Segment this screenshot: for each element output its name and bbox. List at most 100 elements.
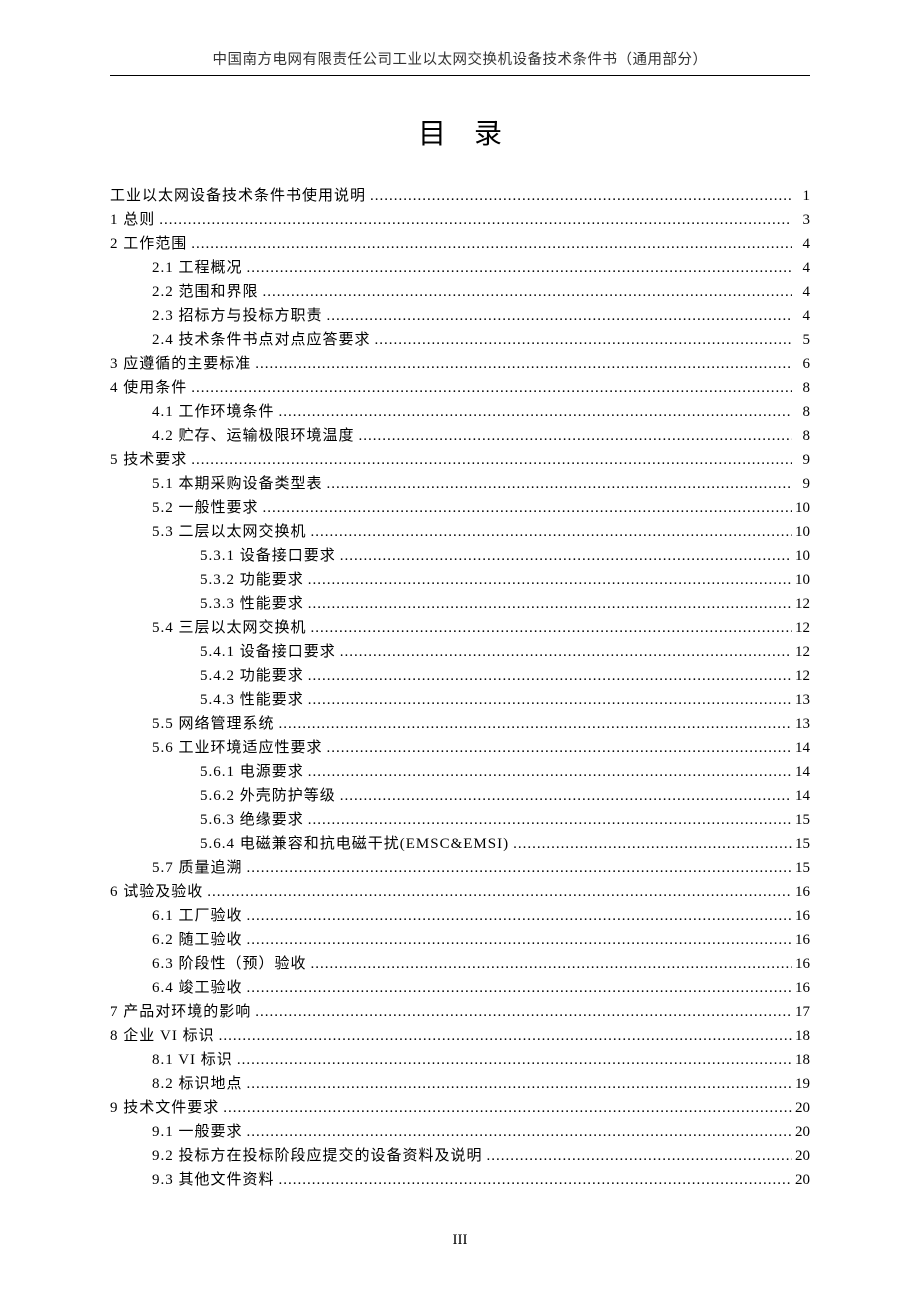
toc-entry[interactable]: 5.7 质量追溯15	[110, 856, 810, 880]
toc-entry[interactable]: 5.4.2 功能要求12	[110, 664, 810, 688]
toc-entry[interactable]: 5.4.3 性能要求 13	[110, 688, 810, 712]
toc-leader	[509, 832, 792, 856]
toc-label: 2.3 招标方与投标方职责	[152, 304, 323, 328]
toc-leader	[307, 952, 792, 976]
toc-entry[interactable]: 2.3 招标方与投标方职责4	[110, 304, 810, 328]
toc-entry[interactable]: 5 技术要求9	[110, 448, 810, 472]
toc-entry[interactable]: 8.1 VI 标识18	[110, 1048, 810, 1072]
toc-label: 5.7 质量追溯	[152, 856, 243, 880]
toc-page-number: 10	[792, 568, 810, 592]
toc-entry[interactable]: 4 使用条件 8	[110, 376, 810, 400]
toc-label: 2.4 技术条件书点对点应答要求	[152, 328, 371, 352]
toc-label: 3 应遵循的主要标准	[110, 352, 251, 376]
toc-label: 9.2 投标方在投标阶段应提交的设备资料及说明	[152, 1144, 483, 1168]
toc-entry[interactable]: 5.1 本期采购设备类型表 9	[110, 472, 810, 496]
toc-leader	[307, 520, 792, 544]
toc-page-number: 10	[792, 496, 810, 520]
toc-entry[interactable]: 9.1 一般要求20	[110, 1120, 810, 1144]
toc-entry[interactable]: 7 产品对环境的影响 17	[110, 1000, 810, 1024]
toc-entry[interactable]: 5.4 三层以太网交换机12	[110, 616, 810, 640]
toc-leader	[304, 568, 792, 592]
toc-entry[interactable]: 6.3 阶段性（预）验收16	[110, 952, 810, 976]
toc-page-number: 8	[792, 376, 810, 400]
toc-entry[interactable]: 6.2 随工验收16	[110, 928, 810, 952]
toc-leader	[304, 664, 792, 688]
toc-leader	[304, 808, 792, 832]
toc-label: 5.6.1 电源要求	[200, 760, 304, 784]
toc-leader	[336, 544, 792, 568]
toc-entry[interactable]: 4.2 贮存、运输极限环境温度8	[110, 424, 810, 448]
toc-page-number: 16	[792, 976, 810, 1000]
toc-label: 5.4.3 性能要求	[200, 688, 304, 712]
toc-page-number: 12	[792, 664, 810, 688]
toc-entry[interactable]: 9.3 其他文件资料20	[110, 1168, 810, 1192]
toc-label: 2.1 工程概况	[152, 256, 243, 280]
toc-entry[interactable]: 工业以太网设备技术条件书使用说明1	[110, 184, 810, 208]
toc-leader	[336, 640, 792, 664]
toc-entry[interactable]: 6 试验及验收16	[110, 880, 810, 904]
toc-page-number: 10	[792, 544, 810, 568]
toc-page-number: 13	[792, 688, 810, 712]
toc-entry[interactable]: 5.3.1 设备接口要求 10	[110, 544, 810, 568]
toc-leader	[323, 472, 792, 496]
toc-label: 4 使用条件	[110, 376, 187, 400]
toc-page-number: 15	[792, 808, 810, 832]
toc-page-number: 1	[792, 184, 810, 208]
toc-entry[interactable]: 8 企业 VI 标识18	[110, 1024, 810, 1048]
toc-label: 6.3 阶段性（预）验收	[152, 952, 307, 976]
toc-leader	[155, 208, 792, 232]
toc-entry[interactable]: 5.6 工业环境适应性要求14	[110, 736, 810, 760]
toc-leader	[307, 616, 792, 640]
toc-entry[interactable]: 2.1 工程概况4	[110, 256, 810, 280]
toc-label: 2.2 范围和界限	[152, 280, 259, 304]
toc-leader	[483, 1144, 792, 1168]
toc-page-number: 8	[792, 400, 810, 424]
toc-entry[interactable]: 5.5 网络管理系统13	[110, 712, 810, 736]
toc-entry[interactable]: 5.3 二层以太网交换机10	[110, 520, 810, 544]
page-container: 中国南方电网有限责任公司工业以太网交换机设备技术条件书（通用部分） 目录 工业以…	[0, 0, 920, 1289]
toc-label: 5.3.3 性能要求	[200, 592, 304, 616]
toc-page-number: 5	[792, 328, 810, 352]
toc-entry[interactable]: 5.3.2 功能要求 10	[110, 568, 810, 592]
toc-entry[interactable]: 6.1 工厂验收16	[110, 904, 810, 928]
toc-label: 5.2 一般性要求	[152, 496, 259, 520]
toc-entry[interactable]: 2.4 技术条件书点对点应答要求 5	[110, 328, 810, 352]
toc-entry[interactable]: 2 工作范围4	[110, 232, 810, 256]
toc-page-number: 9	[792, 472, 810, 496]
toc-page-number: 4	[792, 280, 810, 304]
toc-page-number: 17	[792, 1000, 810, 1024]
toc-entry[interactable]: 8.2 标识地点19	[110, 1072, 810, 1096]
toc-leader	[304, 760, 792, 784]
toc-page-number: 14	[792, 760, 810, 784]
toc-leader	[323, 736, 792, 760]
toc-label: 5.6.2 外壳防护等级	[200, 784, 336, 808]
toc-leader	[323, 304, 792, 328]
toc-label: 5.1 本期采购设备类型表	[152, 472, 323, 496]
toc-entry[interactable]: 9 技术文件要求20	[110, 1096, 810, 1120]
toc-label: 5.3.1 设备接口要求	[200, 544, 336, 568]
toc-entry[interactable]: 3 应遵循的主要标准6	[110, 352, 810, 376]
toc-label: 7 产品对环境的影响	[110, 1000, 251, 1024]
toc-entry[interactable]: 5.6.3 绝缘要求 15	[110, 808, 810, 832]
toc-label: 5.6.3 绝缘要求	[200, 808, 304, 832]
toc-label: 9.3 其他文件资料	[152, 1168, 275, 1192]
toc-entry[interactable]: 5.2 一般性要求 10	[110, 496, 810, 520]
toc-entry[interactable]: 5.6.1 电源要求 14	[110, 760, 810, 784]
toc-label: 1 总则	[110, 208, 155, 232]
toc-label: 4.1 工作环境条件	[152, 400, 275, 424]
toc-entry[interactable]: 4.1 工作环境条件 8	[110, 400, 810, 424]
toc-leader	[275, 712, 792, 736]
toc-leader	[187, 232, 792, 256]
toc-label: 5.3.2 功能要求	[200, 568, 304, 592]
toc-entry[interactable]: 5.6.4 电磁兼容和抗电磁干扰(EMSC&EMSI)15	[110, 832, 810, 856]
toc-label: 5.4.1 设备接口要求	[200, 640, 336, 664]
toc-entry[interactable]: 2.2 范围和界限 4	[110, 280, 810, 304]
toc-entry[interactable]: 5.3.3 性能要求12	[110, 592, 810, 616]
toc-entry[interactable]: 5.4.1 设备接口要求12	[110, 640, 810, 664]
toc-entry[interactable]: 6.4 竣工验收16	[110, 976, 810, 1000]
toc-entry[interactable]: 1 总则3	[110, 208, 810, 232]
toc-page-number: 16	[792, 904, 810, 928]
toc-entry[interactable]: 9.2 投标方在投标阶段应提交的设备资料及说明20	[110, 1144, 810, 1168]
toc-entry[interactable]: 5.6.2 外壳防护等级14	[110, 784, 810, 808]
toc-label: 8.2 标识地点	[152, 1072, 243, 1096]
